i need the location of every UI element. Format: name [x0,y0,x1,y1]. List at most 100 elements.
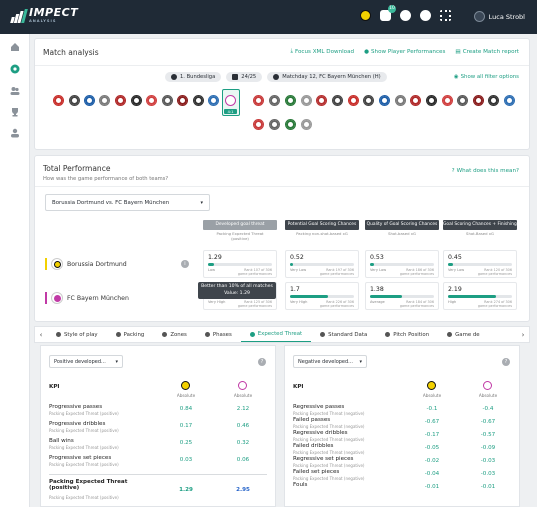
performance-cell[interactable]: 2.19 High Rank 274 of 306 game performance… [443,282,517,310]
cell-rank: Rank 226 of 306 game performances [319,300,354,308]
performance-cell[interactable]: 1.7 Very High Rank 226 of 306 game perform… [285,282,359,310]
kpi-name: Regressive dribbles [293,430,348,436]
team-crest-icon[interactable] [379,95,390,106]
season-filter[interactable]: 24/25 [226,72,263,82]
trophy-icon[interactable] [10,107,20,117]
kpi-name: Ball wins [49,438,74,444]
team-crest-icon[interactable] [488,95,499,106]
create-match-report-link[interactable]: ▤ Create Match report [455,48,519,55]
team-crest-icon[interactable] [131,95,142,106]
team-crest-icon[interactable] [177,95,188,106]
team-crest-icon[interactable] [504,95,515,106]
performance-cell[interactable]: 0.52 Very Low Rank 197 of 306 game perform… [285,250,359,278]
team-crest-icon[interactable] [269,119,280,130]
team-crest-icon[interactable] [348,95,359,106]
team-crest-icon[interactable] [442,95,453,106]
chevron-right-icon[interactable]: › [517,331,529,339]
team-crest-icon[interactable] [162,95,173,106]
tab-icon [385,332,391,337]
tab-standard-data[interactable]: Standard Data [311,327,376,342]
team-crest-icon[interactable] [53,95,64,106]
kpi-value-dortmund: 0.84 [179,406,193,412]
cell-level: Low [208,268,216,272]
performance-tooltip: Better than 10% of all matches Value: 1.… [198,282,276,299]
cell-value: 1.29 [208,254,222,261]
tab-pitch-position[interactable]: Pitch Position [376,327,438,342]
cell-track [290,295,354,298]
football-icon[interactable] [10,64,20,74]
tab-game-de[interactable]: Game de [438,327,489,342]
players-icon[interactable] [10,86,20,96]
team-crest-icon[interactable] [426,95,437,106]
avatar [473,11,485,22]
team-crest-icon[interactable] [285,95,296,106]
team-crest-icon[interactable] [253,95,264,106]
globe-icon[interactable] [420,10,431,21]
tab-phases[interactable]: Phases [196,327,241,342]
tab-style-of-play[interactable]: Style of play [47,327,107,342]
match-select[interactable]: Borussia Dortmund vs. FC Bayern München … [45,194,210,211]
user-icon: ● [364,48,369,55]
team-crest-icon[interactable] [410,95,421,106]
show-player-performances-link[interactable]: ● Show Player Performances [364,48,445,55]
cell-value: 0.52 [290,254,304,261]
col-head-quality-goal-scoring: Quality of Goal Scoring Chances [365,220,439,230]
cell-track [448,295,512,298]
competition-filter[interactable]: 1. Bundesliga [165,72,222,82]
apps-grid-icon[interactable] [440,10,451,21]
team-crest-icon[interactable] [363,95,374,106]
profile-icon[interactable] [10,128,20,138]
team-crest-icon[interactable] [69,95,80,106]
tab-zones[interactable]: Zones [153,327,196,342]
club-crest-icon[interactable] [360,10,371,21]
team-crest-icon[interactable] [253,119,264,130]
kpi-sub: Packing Expected Threat (negative) [293,476,365,481]
team-crest-icon[interactable] [269,95,280,106]
team-crest-icon[interactable] [473,95,484,106]
cell-level: Very Low [448,268,465,272]
team-crest-icon[interactable] [332,95,343,106]
focus-xml-download-link[interactable]: ⤓ Focus XML Download [290,48,354,55]
selected-match-crest[interactable]: 4:1 [222,89,240,116]
cell-rank: Rank 107 of 306 game performances [237,268,272,276]
help-icon[interactable]: ? [502,358,510,366]
user-menu[interactable]: Luca Strobl [473,11,525,22]
team-crest-icon[interactable] [146,95,157,106]
team-crest-icon[interactable] [115,95,126,106]
total-kpi-sub: Packing Expected Threat (positive) [49,495,119,500]
notification-bell-icon[interactable]: 10 [380,5,396,21]
performance-cell[interactable]: 1.38 Average Rank 184 of 306 game performa… [365,282,439,310]
what-does-this-mean-link[interactable]: ? What does this mean? [452,168,519,174]
cell-track [370,263,434,266]
info-icon[interactable]: i [181,260,189,268]
team-crest-icon[interactable] [193,95,204,106]
positive-kpi-select[interactable]: Positive developed... ▾ [49,355,123,368]
analysis-tabs: ‹ Style of play Packing Zones Phases Expecte… [34,326,530,343]
performance-cell[interactable]: 1.29 Low Rank 107 of 306 game performances [203,250,277,278]
kpi-name: Failed set pieces [293,469,340,475]
matchday-filter[interactable]: Matchday 12, FC Bayern München (H) [267,72,387,82]
team-crest-icon[interactable] [301,95,312,106]
show-all-filter-options-link[interactable]: ◉ Show all filter options [454,74,519,80]
team-crest-icon[interactable] [316,95,327,106]
cell-rank: Rank 125 of 306 game performances [237,300,272,308]
team-crest-icon[interactable] [395,95,406,106]
performance-cell[interactable]: 0.53 Very Low Rank 186 of 306 game perform… [365,250,439,278]
play-icon[interactable] [400,10,411,21]
home-icon[interactable] [10,42,20,52]
negative-kpi-select[interactable]: Negative developed... ▾ [293,355,367,368]
team-crest-icon[interactable] [301,119,312,130]
help-icon[interactable]: ? [258,358,266,366]
chevron-left-icon[interactable]: ‹ [35,331,47,339]
cell-level: Very High [208,300,226,304]
tab-expected-threat[interactable]: Expected Threat [240,327,312,342]
team-crest-icon[interactable] [99,95,110,106]
team-crest-icon[interactable] [457,95,468,106]
bayern-crest-icon [238,381,247,390]
impect-logo[interactable]: IMPECT ANALYSIS [10,7,78,26]
team-crest-icon[interactable] [208,95,219,106]
team-crest-icon[interactable] [285,119,296,130]
performance-cell[interactable]: 0.45 Very Low Rank 120 of 306 game perform… [443,250,517,278]
tab-packing[interactable]: Packing [107,327,154,342]
team-crest-icon[interactable] [84,95,95,106]
